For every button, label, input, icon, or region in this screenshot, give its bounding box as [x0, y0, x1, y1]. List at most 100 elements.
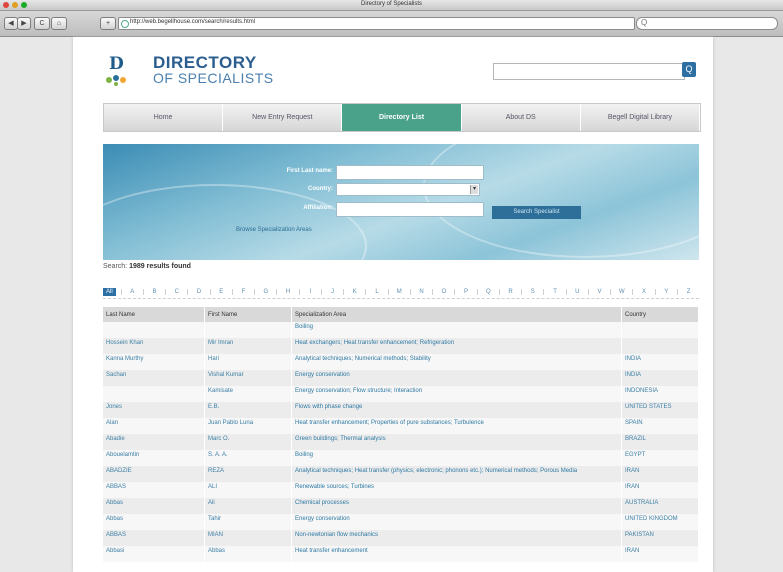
nav-begell-digital-library[interactable]: Begell Digital Library — [581, 104, 701, 131]
cell-specialization[interactable]: Boiling — [291, 450, 622, 466]
col-last-name[interactable]: Last Name — [103, 307, 205, 322]
alpha-letter[interactable]: G — [254, 288, 276, 295]
alpha-letter[interactable]: I — [298, 288, 321, 295]
cell-first-name[interactable] — [204, 322, 292, 338]
table-row[interactable]: Jones E.B. Flows with phase change UNITED S… — [103, 402, 699, 418]
cell-country[interactable]: UNITED STATES — [621, 402, 699, 418]
alpha-letter[interactable]: W — [610, 288, 632, 295]
alpha-letter[interactable]: M — [387, 288, 410, 295]
site-search-input[interactable] — [493, 63, 685, 80]
site-search-button[interactable]: Q — [682, 62, 696, 77]
forward-button[interactable]: ▶ — [17, 17, 31, 30]
alpha-letter[interactable]: U — [565, 288, 588, 295]
affiliation-input[interactable] — [336, 202, 484, 217]
alpha-letter[interactable]: L — [365, 288, 387, 295]
alpha-letter[interactable]: R — [498, 288, 521, 295]
cell-last-name[interactable]: Jones — [103, 402, 205, 418]
alpha-letter[interactable]: A — [120, 288, 143, 295]
alpha-letter[interactable]: B — [142, 288, 165, 295]
cell-specialization[interactable]: Analytical techniques; Numerical methods… — [291, 354, 622, 370]
reload-button[interactable]: C — [34, 17, 50, 30]
cell-last-name[interactable] — [103, 322, 205, 338]
alpha-letter[interactable]: E — [209, 288, 232, 295]
table-row[interactable]: Sachan Vishal Kumar Energy conservation IND… — [103, 370, 699, 386]
cell-country[interactable]: IRAN — [621, 482, 699, 498]
nav-new-entry-request[interactable]: New Entry Request — [223, 104, 343, 131]
nav-about-ds[interactable]: About DS — [462, 104, 581, 131]
cell-specialization[interactable]: Heat transfer enhancement — [291, 546, 622, 562]
cell-first-name[interactable]: REZA — [204, 466, 292, 482]
cell-country[interactable] — [621, 338, 699, 354]
cell-country[interactable]: IRAN — [621, 466, 699, 482]
cell-first-name[interactable]: Marc O. — [204, 434, 292, 450]
cell-specialization[interactable]: Energy conservation — [291, 370, 622, 386]
cell-specialization[interactable]: Energy conservation; Flow structure; Int… — [291, 386, 622, 402]
cell-country[interactable]: INDONESIA — [621, 386, 699, 402]
cell-last-name[interactable]: Abbas — [103, 514, 205, 530]
cell-last-name[interactable]: Hossein Khan — [103, 338, 205, 354]
cell-last-name[interactable]: ABADZIE — [103, 466, 205, 482]
cell-last-name[interactable]: Sachan — [103, 370, 205, 386]
alpha-letter[interactable]: J — [320, 288, 343, 295]
table-row[interactable]: Boiling — [103, 322, 699, 338]
cell-first-name[interactable]: Abbas — [204, 546, 292, 562]
cell-specialization[interactable]: Heat transfer enhancement; Properties of… — [291, 418, 622, 434]
cell-first-name[interactable]: Tahir — [204, 514, 292, 530]
cell-first-name[interactable]: S. A. A. — [204, 450, 292, 466]
cell-last-name[interactable]: Alan — [103, 418, 205, 434]
alpha-letter[interactable]: Y — [654, 288, 677, 295]
alpha-all[interactable]: All — [103, 287, 116, 296]
site-logo[interactable]: D — [103, 54, 129, 90]
col-first-name[interactable]: First Name — [204, 307, 292, 322]
cell-specialization[interactable]: Non-newtonian flow mechanics — [291, 530, 622, 546]
cell-specialization[interactable]: Flows with phase change — [291, 402, 622, 418]
country-select[interactable]: ▾ — [336, 183, 480, 196]
cell-country[interactable]: BRAZIL — [621, 434, 699, 450]
alpha-letter[interactable]: T — [543, 288, 565, 295]
alpha-letter[interactable]: Z — [676, 288, 699, 295]
table-row[interactable]: Hossein Khan Mir Imran Heat exchangers; He… — [103, 338, 699, 354]
last-name-input[interactable] — [336, 165, 484, 180]
alpha-letter[interactable]: D — [187, 288, 209, 295]
table-row[interactable]: ABBAS ALI Renewable sources; Turbines IRAN — [103, 482, 699, 498]
table-row[interactable]: Abadie Marc O. Green buildings; Thermal an… — [103, 434, 699, 450]
alpha-letter[interactable]: N — [409, 288, 432, 295]
nav-directory-list[interactable]: Directory List — [342, 104, 462, 131]
browse-specialization-link[interactable]: Browse Specialization Areas — [236, 227, 312, 233]
cell-country[interactable]: PAKISTAN — [621, 530, 699, 546]
table-row[interactable]: Alan Juan Pablo Luna Heat transfer enhance… — [103, 418, 699, 434]
table-row[interactable]: Abbasi Abbas Heat transfer enhancement IRAN — [103, 546, 699, 562]
home-button[interactable]: ⌂ — [51, 17, 67, 30]
table-row[interactable]: Abbas Tahir Energy conservation UNITED KING… — [103, 514, 699, 530]
cell-specialization[interactable]: Heat exchangers; Heat transfer enhanceme… — [291, 338, 622, 354]
cell-first-name[interactable]: ALI — [204, 482, 292, 498]
alpha-letter[interactable]: C — [165, 288, 187, 295]
cell-first-name[interactable]: Hari — [204, 354, 292, 370]
alpha-letter[interactable]: K — [343, 288, 365, 295]
cell-first-name[interactable]: Kamisate — [204, 386, 292, 402]
alpha-letter[interactable]: F — [231, 288, 254, 295]
table-row[interactable]: Abouelamtin S. A. A. Boiling EGYPT — [103, 450, 699, 466]
cell-specialization[interactable]: Green buildings; Thermal analysis — [291, 434, 622, 450]
cell-last-name[interactable] — [103, 386, 205, 402]
cell-last-name[interactable]: ABBAS — [103, 530, 205, 546]
cell-country[interactable]: INDIA — [621, 370, 699, 386]
table-row[interactable]: Kanna Murthy Hari Analytical techniques; N… — [103, 354, 699, 370]
cell-country[interactable]: INDIA — [621, 354, 699, 370]
cell-first-name[interactable]: Ali — [204, 498, 292, 514]
address-bar[interactable]: http://web.begellhouse.com/search/result… — [118, 17, 635, 30]
alpha-letter[interactable]: P — [454, 288, 476, 295]
browser-search-field[interactable]: Q — [636, 17, 778, 30]
alpha-letter[interactable]: V — [587, 288, 610, 295]
cell-country[interactable]: IRAN — [621, 546, 699, 562]
cell-specialization[interactable]: Boiling — [291, 322, 622, 338]
cell-last-name[interactable]: Abbas — [103, 498, 205, 514]
cell-country[interactable]: UNITED KINGDOM — [621, 514, 699, 530]
back-button[interactable]: ◀ — [4, 17, 18, 30]
cell-specialization[interactable]: Renewable sources; Turbines — [291, 482, 622, 498]
cell-specialization[interactable]: Analytical techniques; Heat transfer (ph… — [291, 466, 622, 482]
cell-specialization[interactable]: Energy conservation — [291, 514, 622, 530]
cell-first-name[interactable]: Vishal Kumar — [204, 370, 292, 386]
add-bookmark-button[interactable]: + — [100, 17, 116, 30]
cell-first-name[interactable]: E.B. — [204, 402, 292, 418]
